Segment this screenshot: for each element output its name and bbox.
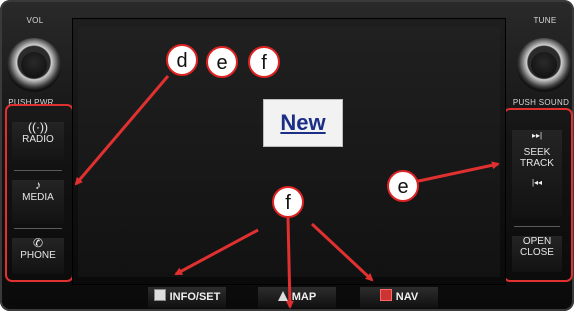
info-set-label: INFO/SET	[169, 291, 221, 303]
radio-button[interactable]: ((·)) RADIO	[12, 120, 64, 166]
callout-e-top: e	[206, 46, 238, 78]
map-label: MAP	[291, 291, 317, 303]
seek-label: SEEK	[523, 147, 551, 158]
nav-button[interactable]: NAV	[360, 287, 438, 308]
seek-track-button[interactable]: ▸▸| SEEK TRACK |◂◂	[512, 130, 562, 218]
media-label: MEDIA	[22, 192, 54, 203]
phone-button[interactable]: ✆ PHONE	[12, 236, 64, 274]
phone-label: PHONE	[20, 250, 56, 261]
callout-d: d	[166, 44, 198, 76]
tune-knob[interactable]	[517, 38, 571, 92]
track-label: TRACK	[520, 158, 554, 169]
vol-label: VOL	[26, 16, 44, 25]
separator	[14, 170, 62, 171]
callout-e-right: e	[387, 170, 419, 202]
nav-label: NAV	[395, 291, 419, 303]
open-close-button[interactable]: OPEN CLOSE	[512, 236, 562, 272]
next-track-icon: ▸▸|	[531, 131, 543, 140]
open-label: OPEN	[522, 236, 552, 247]
display-screen	[72, 18, 506, 285]
separator	[514, 226, 560, 227]
phone-icon: ✆	[32, 236, 44, 250]
info-icon	[153, 289, 166, 301]
radio-icon: ((·))	[28, 120, 48, 134]
media-button[interactable]: ♪ MEDIA	[12, 178, 64, 224]
info-set-button[interactable]: INFO/SET	[148, 287, 226, 308]
volume-knob[interactable]	[7, 38, 61, 92]
callout-f-bottom: f	[272, 186, 304, 218]
close-label: CLOSE	[520, 247, 554, 258]
push-sound-label: PUSH SOUND	[512, 98, 570, 107]
separator	[14, 228, 62, 229]
new-label-box: New	[263, 99, 343, 147]
callout-f-top: f	[248, 46, 280, 78]
previous-track-icon: |◂◂	[531, 178, 543, 187]
nav-icon	[379, 289, 392, 301]
map-arrow-icon	[277, 291, 288, 301]
map-button[interactable]: MAP	[258, 287, 336, 308]
head-unit: VOL PUSH PWR TUNE PUSH SOUND ((·)) RADIO…	[0, 0, 574, 311]
music-note-icon: ♪	[35, 178, 41, 192]
radio-label: RADIO	[22, 134, 54, 145]
display-area	[78, 27, 500, 277]
tune-label: TUNE	[533, 16, 557, 25]
